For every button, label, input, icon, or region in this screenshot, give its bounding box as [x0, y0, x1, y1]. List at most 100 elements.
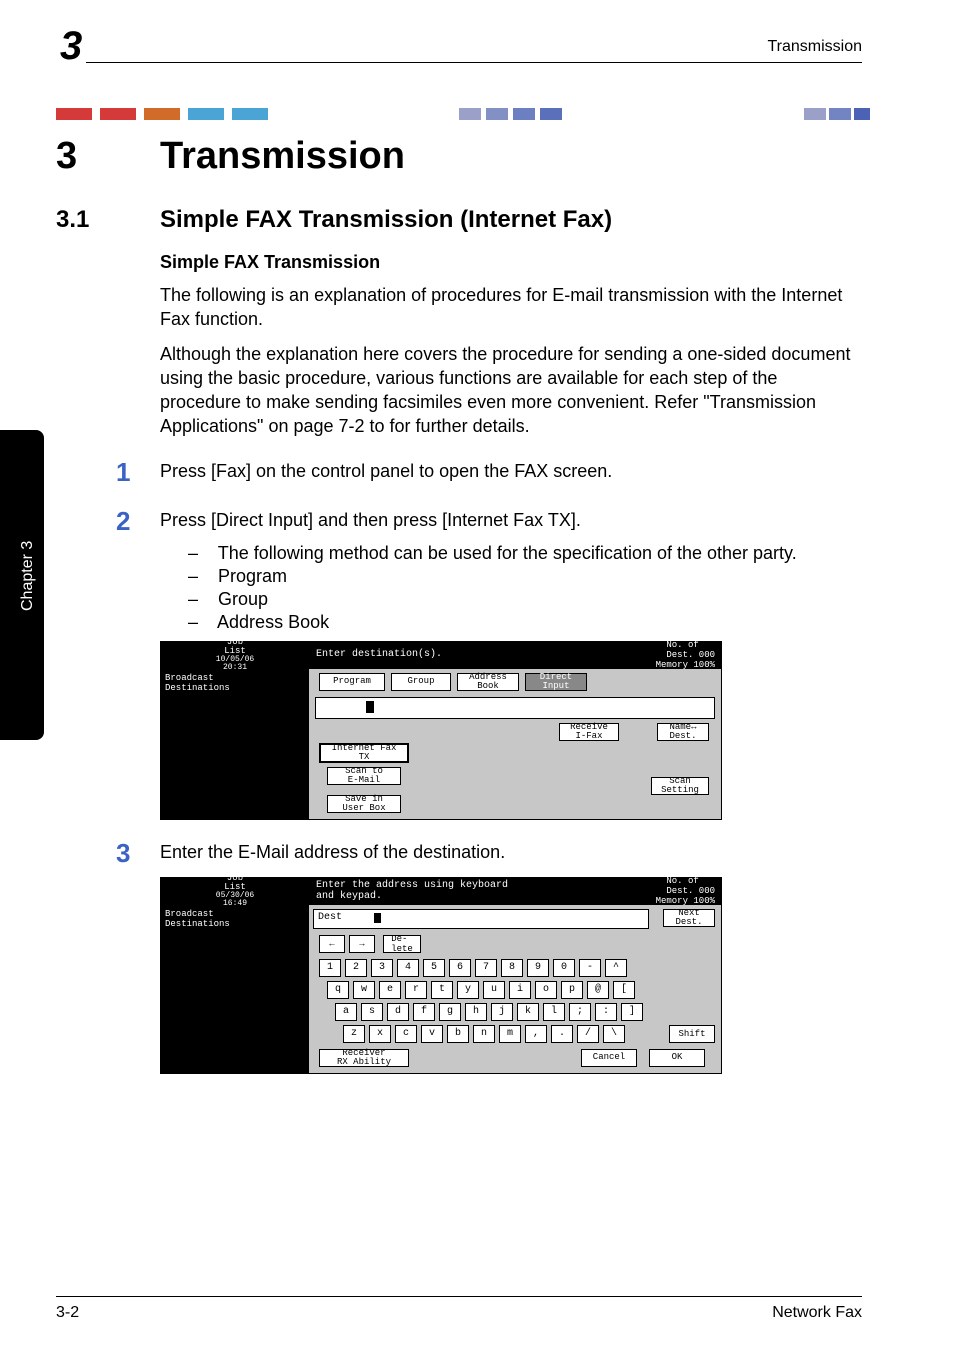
keyboard-key[interactable]: 6 — [449, 959, 471, 977]
keyboard-key[interactable]: s — [361, 1003, 383, 1021]
keyboard-key[interactable]: l — [543, 1003, 565, 1021]
group-button[interactable]: Group — [391, 673, 451, 691]
keyboard-key[interactable]: v — [421, 1025, 443, 1043]
keyboard-key[interactable]: 3 — [371, 959, 393, 977]
stripe — [804, 108, 826, 120]
stripe — [459, 108, 481, 120]
keyboard-key[interactable]: g — [439, 1003, 461, 1021]
text-cursor-icon — [374, 913, 381, 923]
job-list-button[interactable]: Job List 10/05/06 20:31 — [161, 642, 310, 668]
keyboard-key[interactable]: u — [483, 981, 505, 999]
keyboard-key[interactable]: 2 — [345, 959, 367, 977]
program-button[interactable]: Program — [319, 673, 385, 691]
arrow-right-button[interactable]: → — [349, 935, 375, 953]
scan-to-email-button[interactable]: Scan to E-Mail — [327, 767, 401, 785]
lcd-screenshot-1: Job List 10/05/06 20:31 Enter destinatio… — [160, 641, 862, 820]
keyboard-key[interactable]: ; — [569, 1003, 591, 1021]
keyboard-key[interactable]: w — [353, 981, 375, 999]
keyboard-key[interactable]: @ — [587, 981, 609, 999]
keyboard-key[interactable]: a — [335, 1003, 357, 1021]
keyboard-key[interactable]: 1 — [319, 959, 341, 977]
keyboard-key[interactable]: q — [327, 981, 349, 999]
lcd-2: Job List 05/30/06 16:49 Enter the addres… — [160, 877, 722, 1074]
keyboard-key[interactable]: 7 — [475, 959, 497, 977]
lcd1-body: Broadcast Destinations Program Group Add… — [161, 669, 721, 819]
keyboard-key[interactable]: d — [387, 1003, 409, 1021]
step-1-number: 1 — [116, 457, 160, 488]
header-running-title: Transmission — [767, 38, 862, 56]
lcd-1: Job List 10/05/06 20:31 Enter destinatio… — [160, 641, 722, 820]
cancel-button[interactable]: Cancel — [581, 1049, 637, 1067]
scan-setting-button[interactable]: Scan Setting — [651, 777, 709, 795]
keyboard-key[interactable]: k — [517, 1003, 539, 1021]
paragraph-1: The following is an explanation of proce… — [160, 283, 862, 332]
direct-input-button[interactable]: Direct Input — [525, 673, 587, 691]
heading-2: 3.1 Simple FAX Transmission (Internet Fa… — [56, 206, 862, 234]
keyboard-key[interactable]: 4 — [397, 959, 419, 977]
keyboard-key[interactable]: \ — [603, 1025, 625, 1043]
keyboard-key[interactable]: i — [509, 981, 531, 999]
destination-input[interactable] — [315, 697, 715, 719]
lcd2-left-column: Broadcast Destinations — [161, 905, 309, 1073]
content: 3 Transmission 3.1 Simple FAX Transmissi… — [56, 135, 862, 1074]
keyboard-key[interactable]: ] — [621, 1003, 643, 1021]
keyboard-key[interactable]: r — [405, 981, 427, 999]
address-book-button[interactable]: Address Book — [457, 673, 519, 691]
stripe — [513, 108, 535, 120]
stripe — [540, 108, 562, 120]
lcd2-right-area: Dest Next Dest. ← → De- lete 1234567890-… — [309, 905, 721, 1073]
name-dest-button[interactable]: Name↔ Dest. — [657, 723, 709, 741]
stripe — [56, 108, 92, 120]
keyboard-key[interactable]: n — [473, 1025, 495, 1043]
footer-page-number: 3-2 — [56, 1304, 79, 1322]
keyboard-key[interactable]: 9 — [527, 959, 549, 977]
job-list-button[interactable]: Job List 05/30/06 16:49 — [161, 878, 310, 904]
decorative-stripes — [56, 108, 856, 120]
broadcast-destinations-label: Broadcast Destinations — [165, 909, 230, 929]
dash-icon: – — [188, 543, 198, 563]
keyboard-key[interactable]: b — [447, 1025, 469, 1043]
keyboard-key[interactable]: j — [491, 1003, 513, 1021]
receiver-rx-ability-button[interactable]: Receiver RX Ability — [319, 1049, 409, 1067]
dest-label: Dest — [318, 912, 342, 923]
keyboard-key[interactable]: m — [499, 1025, 521, 1043]
header-rule — [86, 62, 862, 63]
next-dest-button[interactable]: Next Dest. — [663, 909, 715, 927]
arrow-left-button[interactable]: ← — [319, 935, 345, 953]
keyboard-key[interactable]: z — [343, 1025, 365, 1043]
keyboard-key[interactable]: t — [431, 981, 453, 999]
keyboard-key[interactable]: 0 — [553, 959, 575, 977]
keyboard-key[interactable]: 5 — [423, 959, 445, 977]
ok-button[interactable]: OK — [649, 1049, 705, 1067]
lcd1-topbar: Job List 10/05/06 20:31 Enter destinatio… — [161, 642, 721, 669]
lcd2-body: Broadcast Destinations Dest Next Dest. ←… — [161, 905, 721, 1073]
shift-button[interactable]: Shift — [669, 1025, 715, 1043]
keyboard-key[interactable]: . — [551, 1025, 573, 1043]
keyboard-key[interactable]: e — [379, 981, 401, 999]
lcd1-status: No. of Dest. 000 Memory 100% — [595, 642, 721, 668]
keyboard-key[interactable]: x — [369, 1025, 391, 1043]
delete-button[interactable]: De- lete — [383, 935, 421, 953]
destination-input[interactable]: Dest — [313, 909, 649, 929]
keyboard-key[interactable]: o — [535, 981, 557, 999]
keyboard-key[interactable]: , — [525, 1025, 547, 1043]
keyboard-key[interactable]: / — [577, 1025, 599, 1043]
lcd2-status: No. of Dest. 000 Memory 100% — [595, 878, 721, 904]
stripe — [829, 108, 851, 120]
receive-ifax-button[interactable]: Receive I-Fax — [559, 723, 619, 741]
keyboard-key[interactable]: 8 — [501, 959, 523, 977]
keyboard-key[interactable]: ^ — [605, 959, 627, 977]
keyboard-key[interactable]: p — [561, 981, 583, 999]
keyboard-key[interactable]: - — [579, 959, 601, 977]
keyboard-key[interactable]: h — [465, 1003, 487, 1021]
lcd2-prompt: Enter the address using keyboard and key… — [310, 878, 595, 904]
keyboard-key[interactable]: f — [413, 1003, 435, 1021]
internet-fax-tx-button[interactable]: Internet Fax TX — [319, 743, 409, 763]
keyboard-key[interactable]: y — [457, 981, 479, 999]
keyboard-key[interactable]: : — [595, 1003, 617, 1021]
heading-3: Simple FAX Transmission — [160, 252, 862, 273]
keyboard-key[interactable]: c — [395, 1025, 417, 1043]
keyboard-key[interactable]: [ — [613, 981, 635, 999]
step-2-sub-a: – Program — [188, 566, 862, 587]
save-in-userbox-button[interactable]: Save in User Box — [327, 795, 401, 813]
